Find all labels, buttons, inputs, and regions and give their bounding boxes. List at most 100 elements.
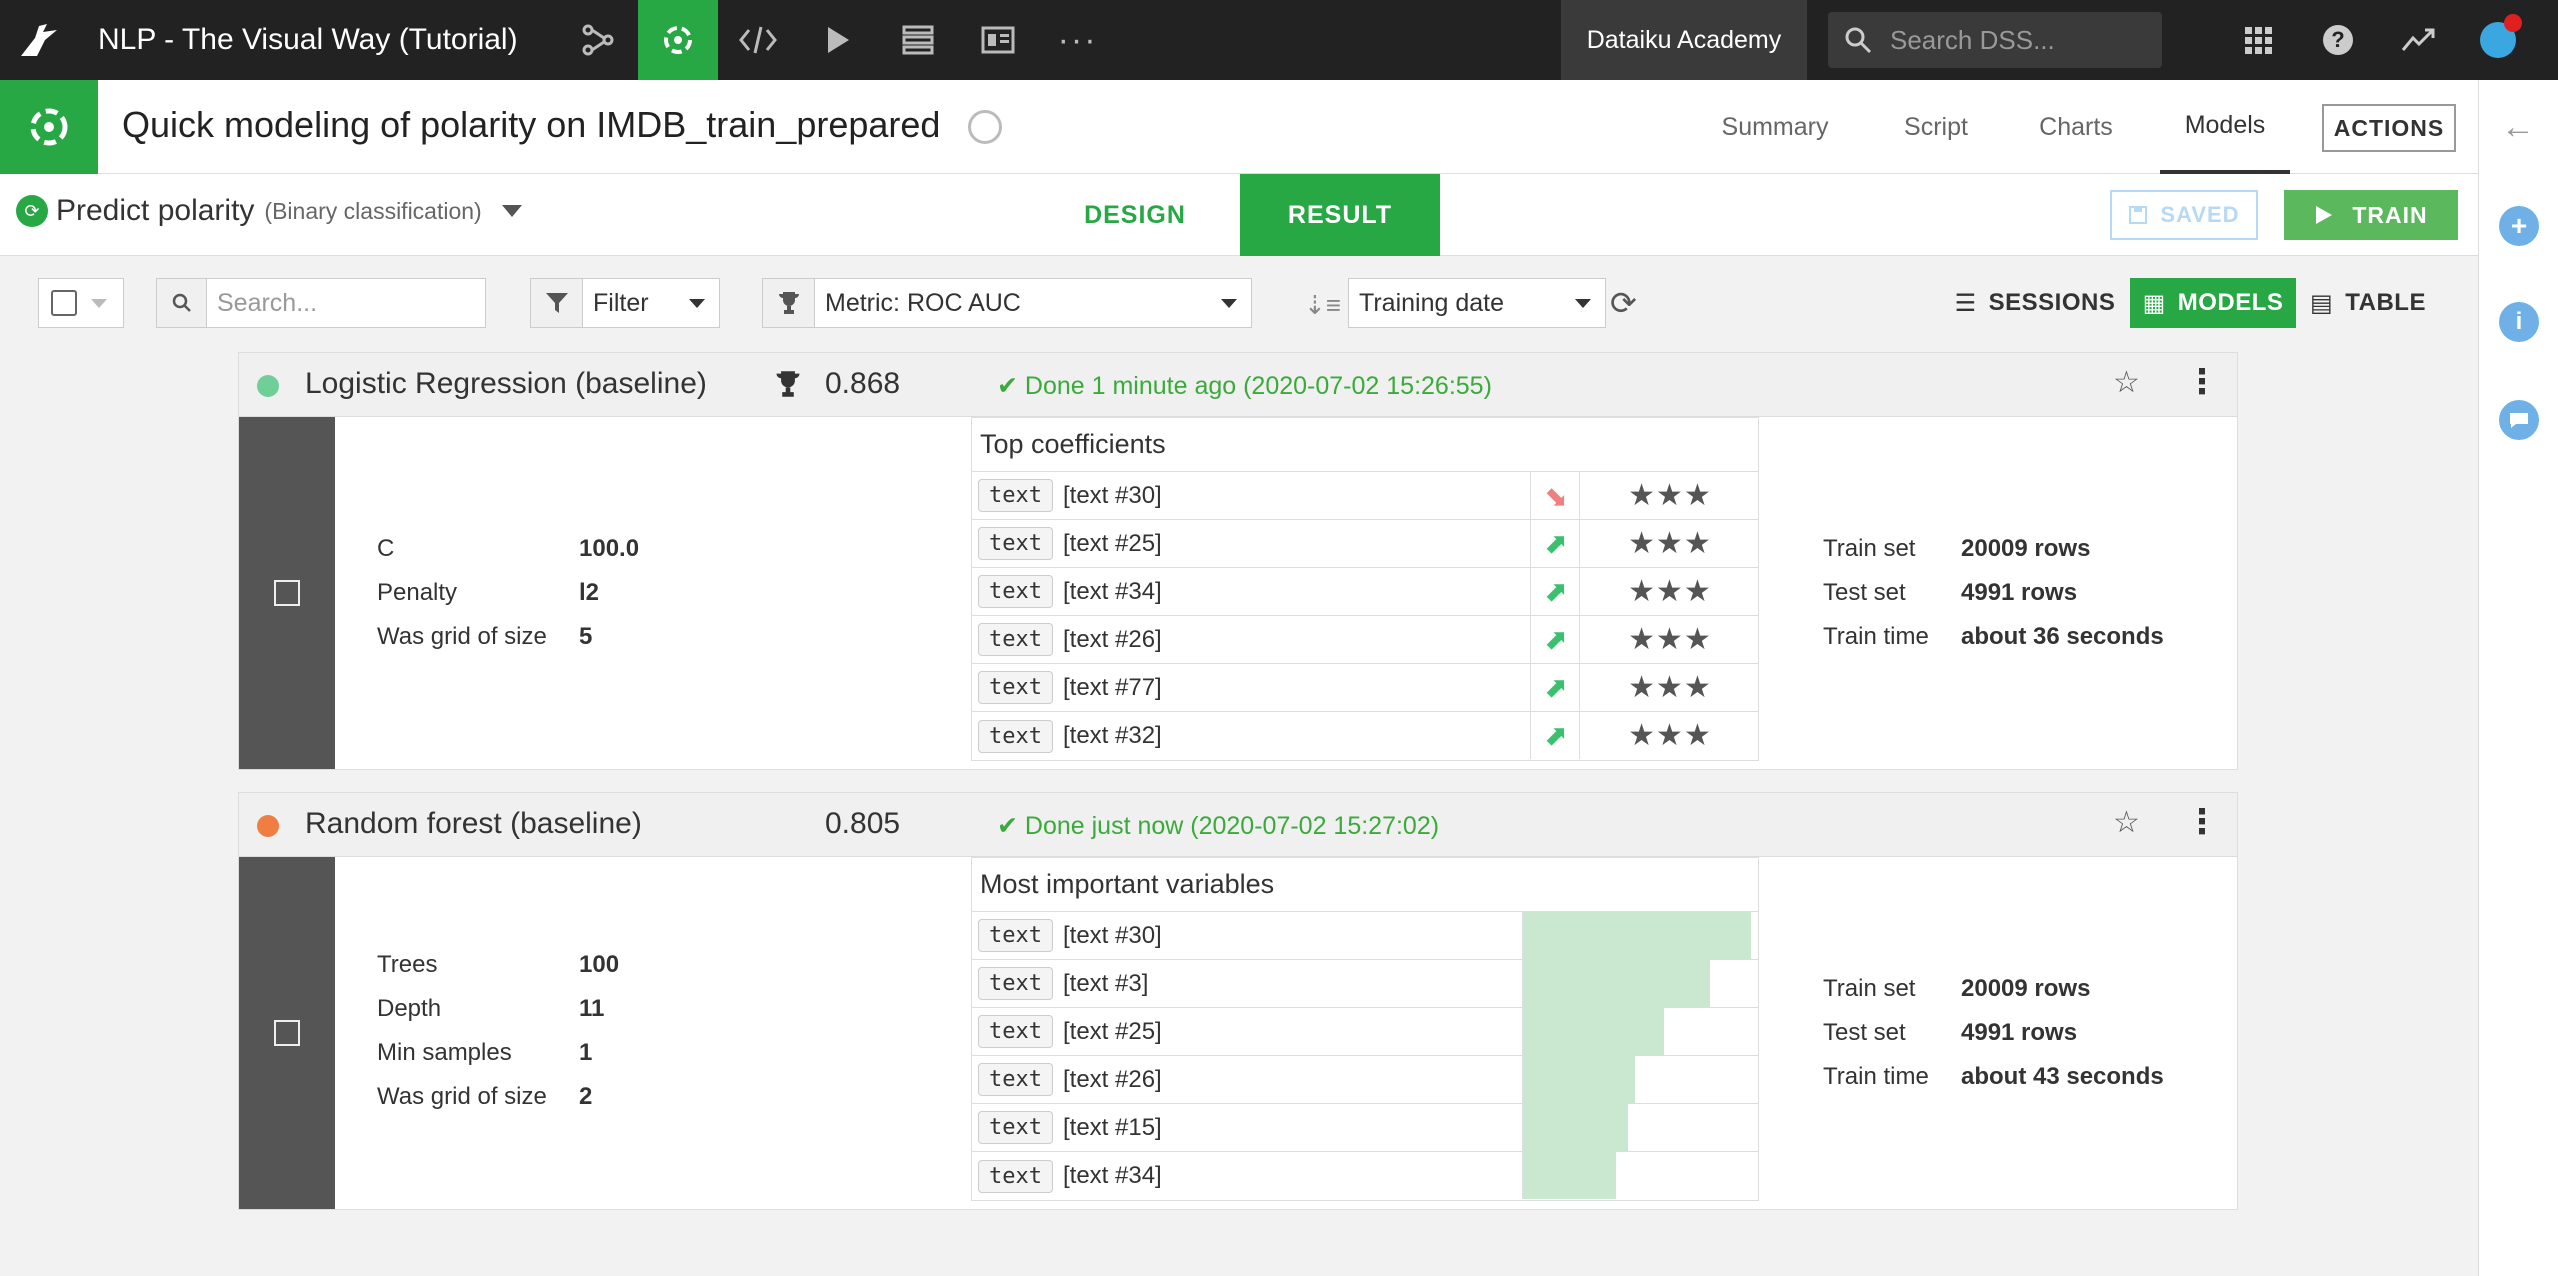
stat-row: Train time about 43 seconds [1823,1055,2164,1099]
model-color-dot [257,815,279,837]
search-placeholder: Search... [217,288,318,317]
filter-dropdown[interactable]: Filter [530,278,720,328]
status-text: Done 1 minute ago (2020-07-02 15:26:55) [1024,372,1492,400]
feature-name: [text #26] [1062,1065,1162,1093]
help-icon[interactable]: ? [2298,0,2378,80]
global-search-input[interactable]: Search DSS... [1828,12,2162,68]
model-card-body: C 100.0 Penalty l2 Was grid of size 5 Top c… [239,417,2237,769]
compass-icon[interactable] [968,110,1002,144]
chevron-down-icon [1221,298,1237,308]
model-name[interactable]: Logistic Regression (baseline) [305,367,707,401]
model-card[interactable]: Random forest (baseline) 0.805 ✔ Done ju… [238,792,2238,1210]
importance-bar [1523,1152,1616,1199]
more-vertical-icon[interactable]: ⋮ [2185,805,2219,839]
stat-row: Test set 4991 rows [1823,571,2164,615]
play-icon [2316,206,2333,224]
param-row: Trees 100 [377,943,619,987]
model-card-header: Logistic Regression (baseline) 0.868 ✔ D… [239,353,2237,417]
actions-button[interactable]: ACTIONS [2322,104,2456,152]
feature-name: [text #34] [1062,577,1162,605]
star-icon[interactable]: ☆ [2113,365,2140,400]
saved-button[interactable]: SAVED [2110,190,2258,240]
importance-stars: ★★★ [1628,479,1712,512]
feature-name: [text #30] [1062,481,1162,509]
stat-row: Train time about 36 seconds [1823,615,2164,659]
panel-title: Top coefficients [972,418,1758,472]
top-coefficients-panel: Top coefficients text [text #30] ⬊ ★★★ text [… [971,417,1759,761]
task-selector[interactable]: ⟳ Predict polarity (Binary classificatio… [16,194,522,228]
tab-script[interactable]: Script [1886,80,1986,174]
star-icon[interactable]: ☆ [2113,805,2140,840]
model-card[interactable]: Logistic Regression (baseline) 0.868 ✔ D… [238,352,2238,770]
chevron-down-icon[interactable] [91,298,107,308]
sort-icon[interactable]: ⇣≡ [1304,290,1341,321]
tab-summary[interactable]: Summary [1708,80,1842,174]
avatar[interactable] [2458,0,2538,80]
project-title[interactable]: NLP - The Visual Way (Tutorial) [80,23,558,57]
param-key: Min samples [377,1039,512,1066]
discussion-icon[interactable] [2499,400,2539,440]
apps-grid-icon[interactable] [2218,0,2298,80]
models-label: MODELS [2177,289,2284,316]
stack-icon[interactable] [878,0,958,80]
model-stats: Train set 20009 rows Test set 4991 rows Tr… [1823,527,2164,659]
back-arrow-icon[interactable]: ← [2501,108,2535,147]
feature-type-tag: text [978,967,1053,1000]
add-icon[interactable]: + [2499,206,2539,246]
model-stats: Train set 20009 rows Test set 4991 rows Tr… [1823,967,2164,1099]
model-name[interactable]: Random forest (baseline) [305,807,642,841]
tab-design[interactable]: DESIGN [1060,174,1210,256]
feature-type-tag: text [978,1111,1053,1144]
more-vertical-icon[interactable]: ⋮ [2185,365,2219,399]
search-placeholder: Search DSS... [1890,24,2055,55]
checkbox[interactable] [51,290,77,316]
run-icon[interactable] [798,0,878,80]
feature-name: [text #25] [1062,529,1162,557]
dataiku-logo-icon[interactable] [0,0,80,80]
grid-icon: ▦ [2142,289,2166,317]
more-icon[interactable]: ··· [1038,0,1118,80]
flow-icon[interactable] [558,0,638,80]
sessions-view-button[interactable]: ☰ SESSIONS [1950,278,2120,328]
feature-row: text [text #3] [972,960,1758,1008]
task-name: Predict polarity [56,194,255,227]
feature-row: text [text #25] ⬈ ★★★ [972,520,1758,568]
select-all-checkbox[interactable] [38,278,124,328]
table-view-button[interactable]: ▤ TABLE [2306,278,2430,328]
checkbox[interactable] [274,1020,300,1046]
feature-type-tag: text [978,479,1053,512]
metric-dropdown[interactable]: Metric: ROC AUC [762,278,1252,328]
feature-row: text [text #30] [972,912,1758,960]
model-select-bar[interactable] [239,857,335,1209]
models-view-button[interactable]: ▦ MODELS [2130,278,2296,328]
tab-models[interactable]: Models [2160,80,2290,174]
tab-result[interactable]: RESULT [1240,174,1440,256]
sort-dropdown[interactable]: Training date [1348,278,1606,328]
lab-icon[interactable] [637,0,718,80]
model-select-bar[interactable] [239,417,335,769]
feature-type-tag: text [978,919,1053,952]
search-icon [157,279,207,327]
model-search-input[interactable]: Search... [156,278,486,328]
save-icon [2129,206,2148,224]
top-navbar: NLP - The Visual Way (Tutorial) ··· [0,0,2558,80]
feature-type-tag: text [978,527,1053,560]
info-icon[interactable]: i [2499,302,2539,342]
param-key: Depth [377,995,442,1022]
tab-charts[interactable]: Charts [2026,80,2126,174]
notification-badge [2504,14,2522,32]
right-rail: ← + i [2478,80,2558,1276]
code-icon[interactable] [718,0,798,80]
filter-label: Filter [593,288,649,317]
param-value: 5 [579,623,593,650]
train-label: TRAIN [2352,201,2428,228]
academy-link[interactable]: Dataiku Academy [1561,0,1807,80]
train-button[interactable]: TRAIN [2284,190,2458,240]
trend-icon[interactable] [2378,0,2458,80]
sessions-label: SESSIONS [1988,289,2116,316]
feature-name: [text #3] [1062,969,1149,997]
stat-value: about 36 seconds [1961,623,2164,650]
refresh-icon[interactable]: ⟳ [1610,284,1637,322]
dashboard-icon[interactable] [958,0,1038,80]
checkbox[interactable] [274,580,300,606]
